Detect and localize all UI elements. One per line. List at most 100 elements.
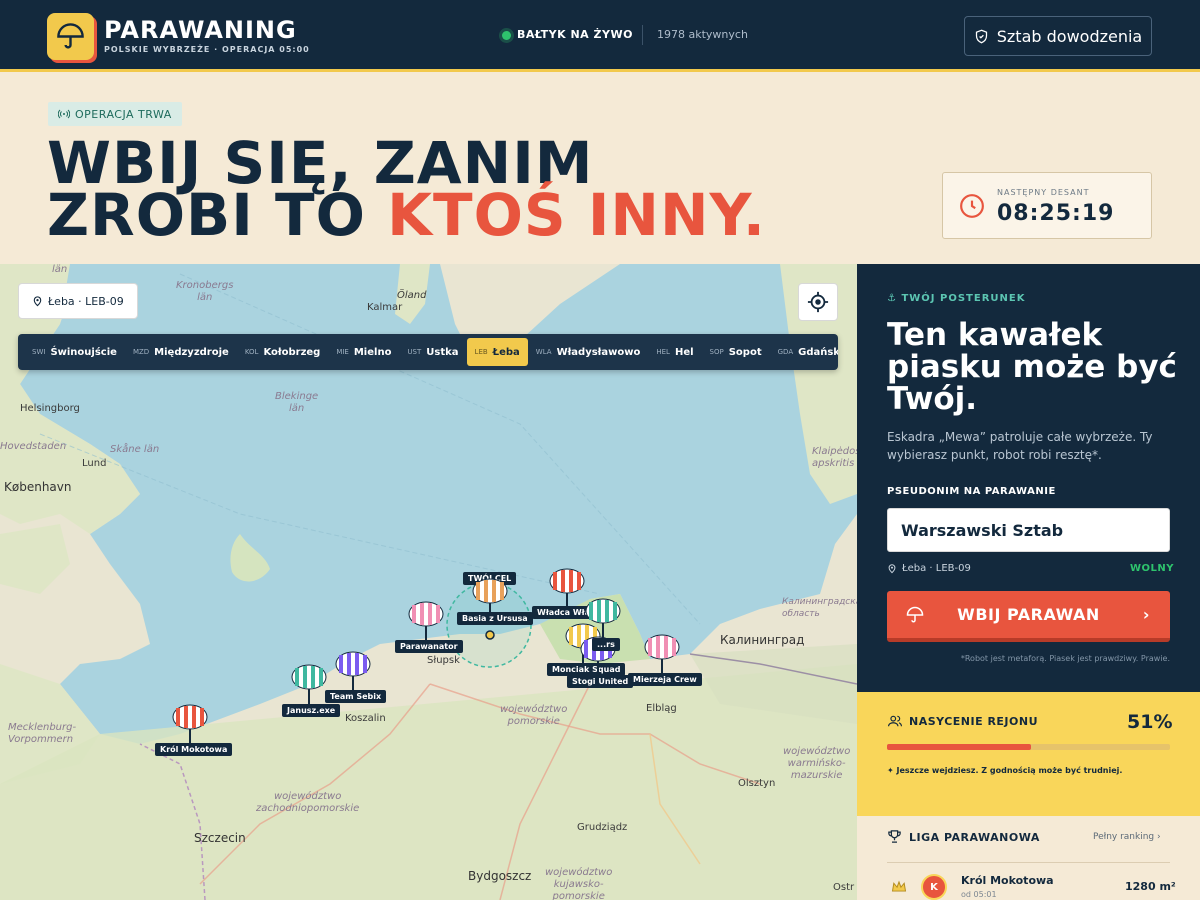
logo[interactable] [47, 13, 94, 60]
marker-label: Stogi United [567, 675, 634, 688]
town-code: SWI [32, 348, 46, 356]
locate-button[interactable] [798, 283, 838, 321]
windbreak-marker[interactable] [584, 598, 622, 642]
town-tab-wla[interactable]: WLA Władysławowo [528, 338, 649, 366]
windbreak-marker[interactable] [290, 664, 328, 708]
marker-label: Mierzeja Crew [628, 673, 702, 686]
marker-label: Parawanator [395, 640, 463, 653]
users-icon [888, 715, 902, 727]
map-label-grudziadz: Grudziądz [577, 822, 628, 833]
league-panel: LIGA PARAWANOWA Pełny ranking › K Król M… [857, 816, 1200, 900]
league-title: LIGA PARAWANOWA [909, 831, 1040, 844]
nickname-input[interactable]: Warszawski Sztab [887, 508, 1170, 552]
headline-part-a: ZROBI TO [47, 181, 388, 249]
map-label-woj-zachodniopomorskie: województwo zachodniopomorskie [256, 791, 360, 814]
windbreak-marker[interactable] [334, 651, 372, 695]
town-code: UST [407, 348, 422, 356]
town-name: Kołobrzeg [263, 346, 321, 358]
region-saturation-panel: NASYCENIE REJONU 51% ✦ Jeszcze wejdziesz… [857, 692, 1200, 816]
hq-button[interactable]: Sztab dowodzenia [964, 16, 1152, 56]
sidebar-title: Ten kawałek piasku może być Twój. [887, 317, 1177, 417]
chevron-right-icon: › [1157, 832, 1161, 842]
position-status: WOLNY [1130, 563, 1175, 574]
sidebar-kicker: ⚓ TWÓJ POSTERUNEK [887, 293, 1025, 304]
footnote: *Robot jest metaforą. Piasek jest prawdz… [960, 654, 1170, 663]
leader-area: 1280 m² [1125, 880, 1176, 893]
selected-position-label: Łeba · LEB-09 [902, 563, 971, 574]
headline-line-2: ZROBI TO KTOŚ INNY. [47, 186, 766, 244]
marker-label: Król Mokotowa [155, 743, 233, 756]
map-label-woj-pomorskie: województwo pomorskie [500, 704, 568, 727]
town-tab-hel[interactable]: HEL Hel [648, 338, 701, 366]
headline-accent: KTOŚ INNY. [387, 181, 766, 249]
windbreak-marker[interactable] [171, 704, 209, 748]
sidebar-kicker-label: TWÓJ POSTERUNEK [901, 293, 1026, 304]
plant-windbreak-button[interactable]: WBIJ PARAWAN › [887, 591, 1170, 642]
map-label-kobenhavn: København [4, 480, 72, 494]
location-pill-label: Łeba · LEB-09 [48, 294, 124, 308]
town-code: LEB [474, 348, 488, 356]
map-label-blekinge: Blekinge län [275, 391, 319, 414]
town-tab-kol[interactable]: KOL Kołobrzeg [237, 338, 329, 366]
town-name: Ustka [426, 346, 459, 358]
full-ranking-label: Pełny ranking [1093, 832, 1155, 842]
top-bar: PARAWANING POLSKIE WYBRZEŻE · OPERACJA 0… [0, 0, 1200, 72]
town-selector: SWI Świnoujście MZD Międzyzdroje KOL Kołobrze… [18, 334, 838, 370]
map-label-klaipedos: Klaipėdos apskritis [812, 446, 857, 469]
town-tab-gda[interactable]: GDA Gdańsk [770, 338, 838, 366]
map-label-ostr: Ostr [833, 882, 855, 893]
divider [642, 25, 643, 45]
town-name: Międzyzdroje [154, 346, 229, 358]
map-label-lan-top: län [52, 264, 68, 275]
saturation-title: NASYCENIE REJONU [909, 715, 1039, 728]
map-label-elblag: Elbląg [646, 703, 677, 714]
town-tab-swi[interactable]: SWI Świnoujście [24, 338, 125, 366]
windbreak-marker[interactable] [407, 601, 445, 645]
broadcast-icon [58, 109, 70, 119]
town-code: MZD [132, 348, 150, 356]
selected-position: Łeba · LEB-09 [887, 563, 971, 574]
town-name: Gdańsk [798, 346, 838, 358]
map-label-lund: Lund [82, 458, 107, 469]
countdown-value: 08:25:19 [997, 201, 1115, 226]
marker-label: ...rs [592, 638, 620, 651]
headline: WBIJ SIĘ, ZANIM ZROBI TO KTOŚ INNY. [47, 134, 766, 244]
map-label-oland: Öland [397, 290, 427, 301]
town-code: GDA [777, 348, 794, 356]
map-label-koszalin: Koszalin [345, 713, 386, 724]
leader-name[interactable]: Król Mokotowa [961, 874, 1054, 887]
town-tab-mie[interactable]: MIE Mielno [328, 338, 399, 366]
marker-label: Basia z Ursusa [457, 612, 533, 625]
town-tab-ust[interactable]: UST Ustka [399, 338, 466, 366]
town-name: Hel [674, 346, 694, 358]
town-code: KOL [244, 348, 259, 356]
town-name: Władysławowo [556, 346, 641, 358]
town-tab-leb[interactable]: LEB Łeba [466, 338, 528, 366]
town-code: MIE [336, 348, 349, 356]
town-code: HEL [656, 348, 670, 356]
pin-icon [33, 296, 42, 307]
town-tab-mzd[interactable]: MZD Międzyzdroje [125, 338, 237, 366]
saturation-percent: 51% [1127, 711, 1173, 733]
sidebar-description: Eskadra „Mewa” patroluje całe wybrzeże. … [887, 430, 1153, 462]
town-name: Mielno [353, 346, 392, 358]
clock-icon [960, 194, 984, 218]
live-dot-icon [502, 30, 511, 40]
umbrella-icon [906, 606, 924, 623]
location-pill[interactable]: Łeba · LEB-09 [18, 283, 138, 319]
live-label: BAŁTYK NA ŻYWO [517, 28, 633, 41]
marker-label: Team Sebix [325, 690, 387, 703]
map-label-woj-kujawsko: województwo kujawsko- pomorskie [545, 867, 613, 900]
operation-badge-label: OPERACJA TRWA [75, 107, 172, 121]
town-name: Sopot [728, 346, 762, 358]
full-ranking-link[interactable]: Pełny ranking › [1093, 832, 1161, 842]
saturation-bar [887, 744, 1170, 750]
nickname-label: PSEUDONIM NA PARAWANIE [887, 486, 1056, 497]
crosshair-icon [807, 291, 829, 313]
sidebar-post-panel: ⚓ TWÓJ POSTERUNEK Ten kawałek piasku moż… [857, 264, 1200, 692]
town-tab-sop[interactable]: SOP Sopot [702, 338, 770, 366]
windbreak-marker[interactable] [643, 634, 681, 678]
town-name: Łeba [492, 346, 520, 358]
brand-subtitle: POLSKIE WYBRZEŻE · OPERACJA 05:00 [104, 45, 310, 54]
marker-label: Janusz.exe [282, 704, 341, 717]
